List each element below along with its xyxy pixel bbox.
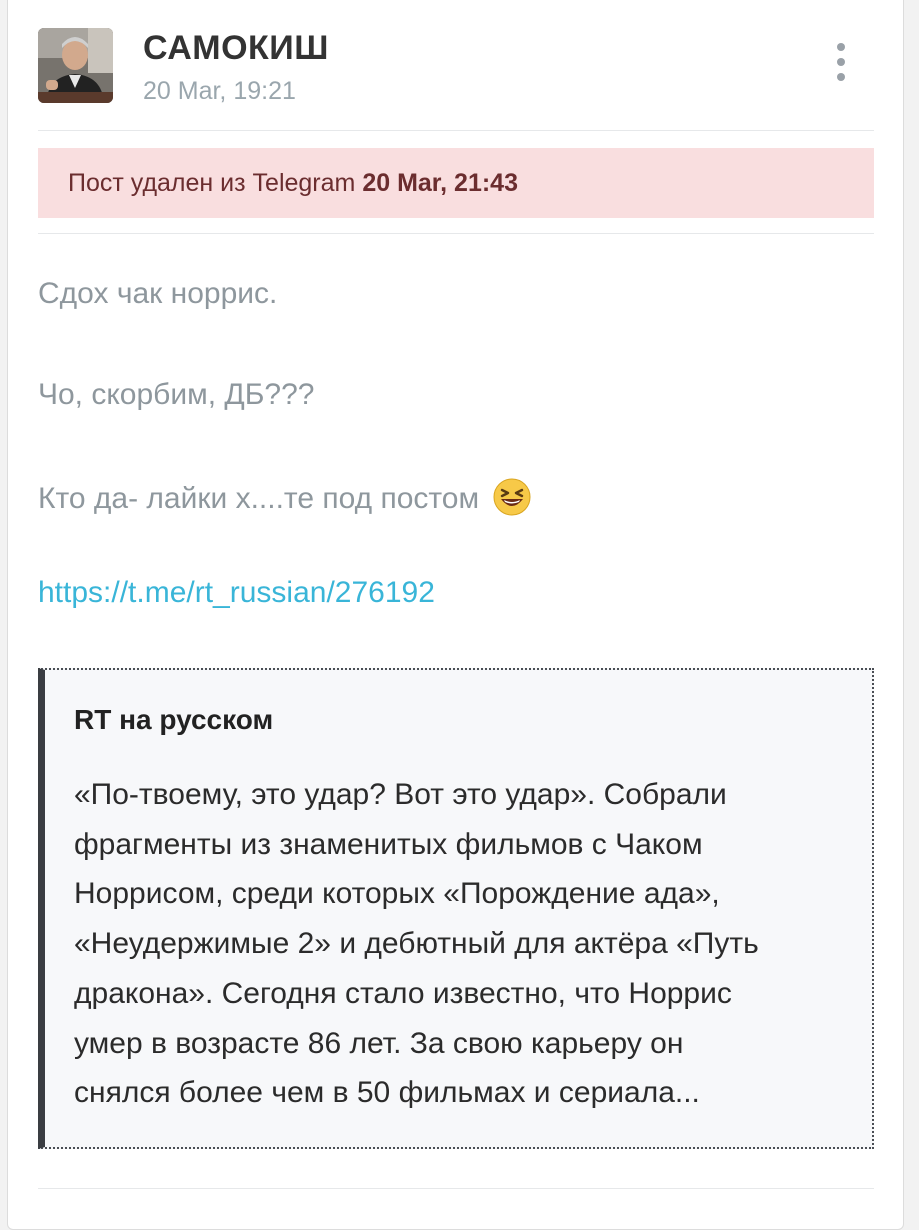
author-name[interactable]: САМОКИШ	[143, 29, 329, 68]
quote-line: «По-твоему, это удар? Вот это удар». Соб…	[74, 778, 727, 811]
message-line: Чо, скорбим, ДБ???	[38, 378, 315, 411]
telegram-link[interactable]: https://t.me/rt_russian/276192	[38, 576, 435, 610]
deleted-notice: Пост удален из Telegram 20 Mar, 21:43	[38, 148, 874, 218]
more-vertical-icon[interactable]	[823, 43, 859, 87]
quote-line: снялся более чем в 50 фильмах и сериала.…	[74, 1076, 700, 1110]
post-card: САМОКИШ 20 Mar, 19:21 Пост удален из Tel…	[7, 0, 904, 1230]
notice-divider	[38, 233, 874, 234]
quote-body: «По-твоему, это удар? Вот это удар». Соб…	[74, 770, 759, 1118]
laughing-emoji-icon	[493, 478, 531, 516]
quote-line: Норрисом, среди которых «Порождение ада»…	[74, 877, 720, 911]
author-avatar[interactable]	[38, 28, 113, 103]
quote-line: дракона». Сегодня стало известно, что Но…	[74, 976, 732, 1010]
quoted-post[interactable]: RT на русском «По-твоему, это удар? Вот …	[38, 668, 874, 1149]
footer-divider	[38, 1188, 874, 1189]
quote-line: умер в возрасте 86 лет. За свою карьеру …	[74, 1026, 684, 1060]
header-divider	[38, 130, 874, 131]
quote-source-title: RT на русском	[74, 704, 274, 735]
message-line: Кто да- лайки х....те под постом	[38, 478, 531, 516]
quote-line: фрагменты из знаменитых фильмов с Чаком	[74, 827, 703, 861]
message-line: Сдох чак норрис.	[38, 277, 278, 310]
avatar-photo-icon	[38, 28, 113, 103]
post-timestamp: 20 Mar, 19:21	[143, 77, 296, 105]
deleted-notice-date: 20 Mar, 21:43	[362, 169, 518, 197]
message-line-text: Кто да- лайки х....те под постом	[38, 482, 480, 515]
quote-line: «Неудержимые 2» и дебютный для актёра «П…	[74, 927, 759, 961]
deleted-notice-text: Пост удален из Telegram	[68, 169, 356, 197]
